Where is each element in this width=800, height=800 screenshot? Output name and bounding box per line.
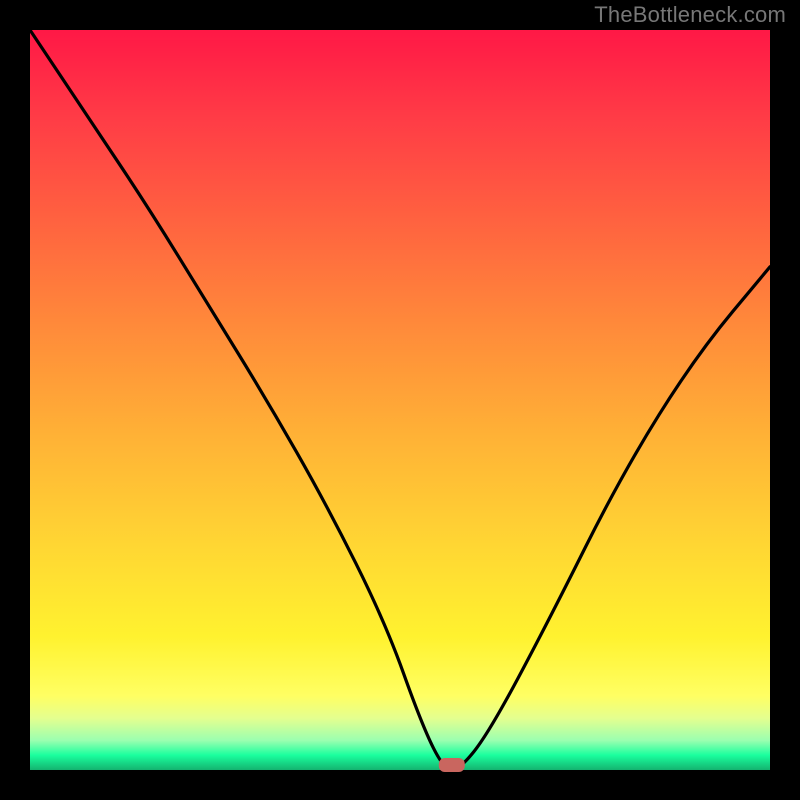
bottleneck-marker <box>439 758 465 772</box>
bottleneck-curve-path <box>30 30 770 770</box>
watermark-text: TheBottleneck.com <box>594 2 786 28</box>
chart-frame: TheBottleneck.com <box>0 0 800 800</box>
plot-area <box>30 30 770 770</box>
line-chart <box>30 30 770 770</box>
